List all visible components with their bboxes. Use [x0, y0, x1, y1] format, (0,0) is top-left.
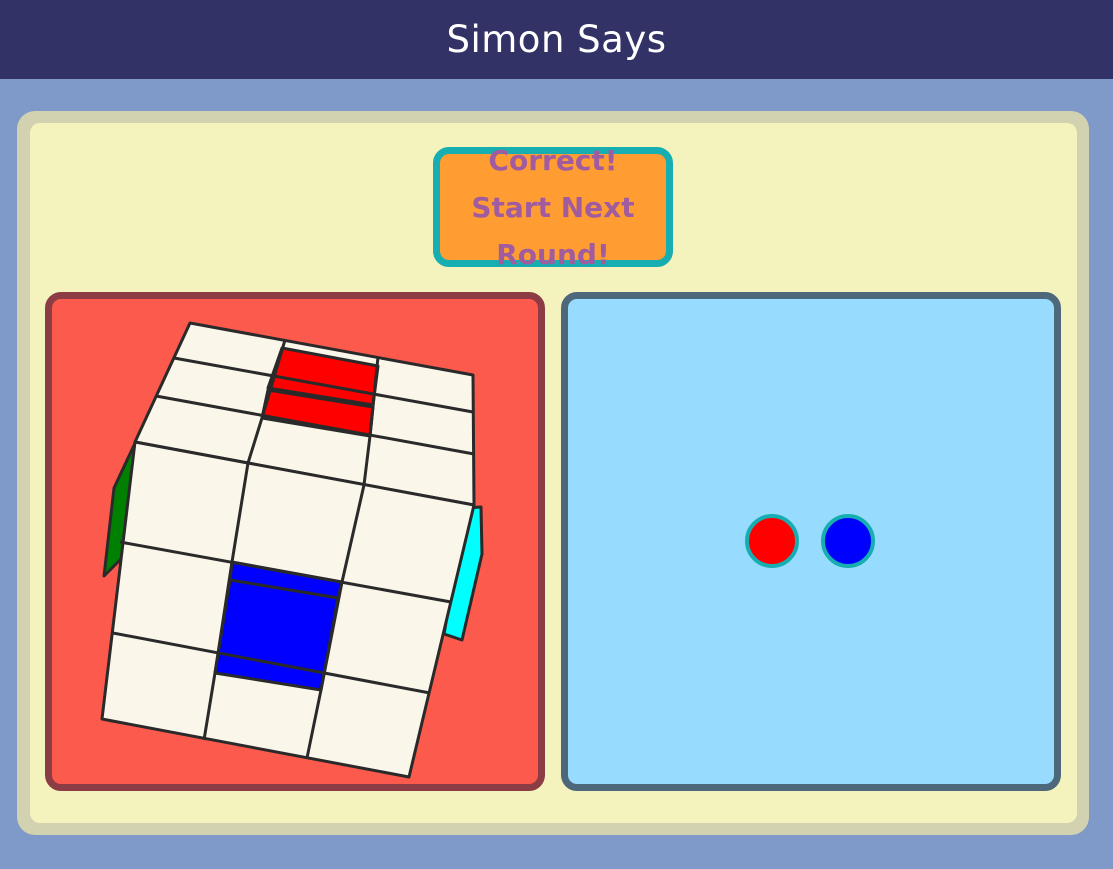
page-title: Simon Says: [446, 18, 667, 61]
rubiks-cube[interactable]: [45, 292, 545, 791]
next-round-button-label: Correct! Start Next Round!: [471, 143, 635, 271]
sequence-dot-red[interactable]: [745, 514, 799, 568]
header-bar: Simon Says: [0, 0, 1113, 79]
sequence-panel: [561, 292, 1061, 791]
next-round-button[interactable]: Correct! Start Next Round!: [433, 144, 673, 271]
sequence-dot-blue[interactable]: [821, 514, 875, 568]
